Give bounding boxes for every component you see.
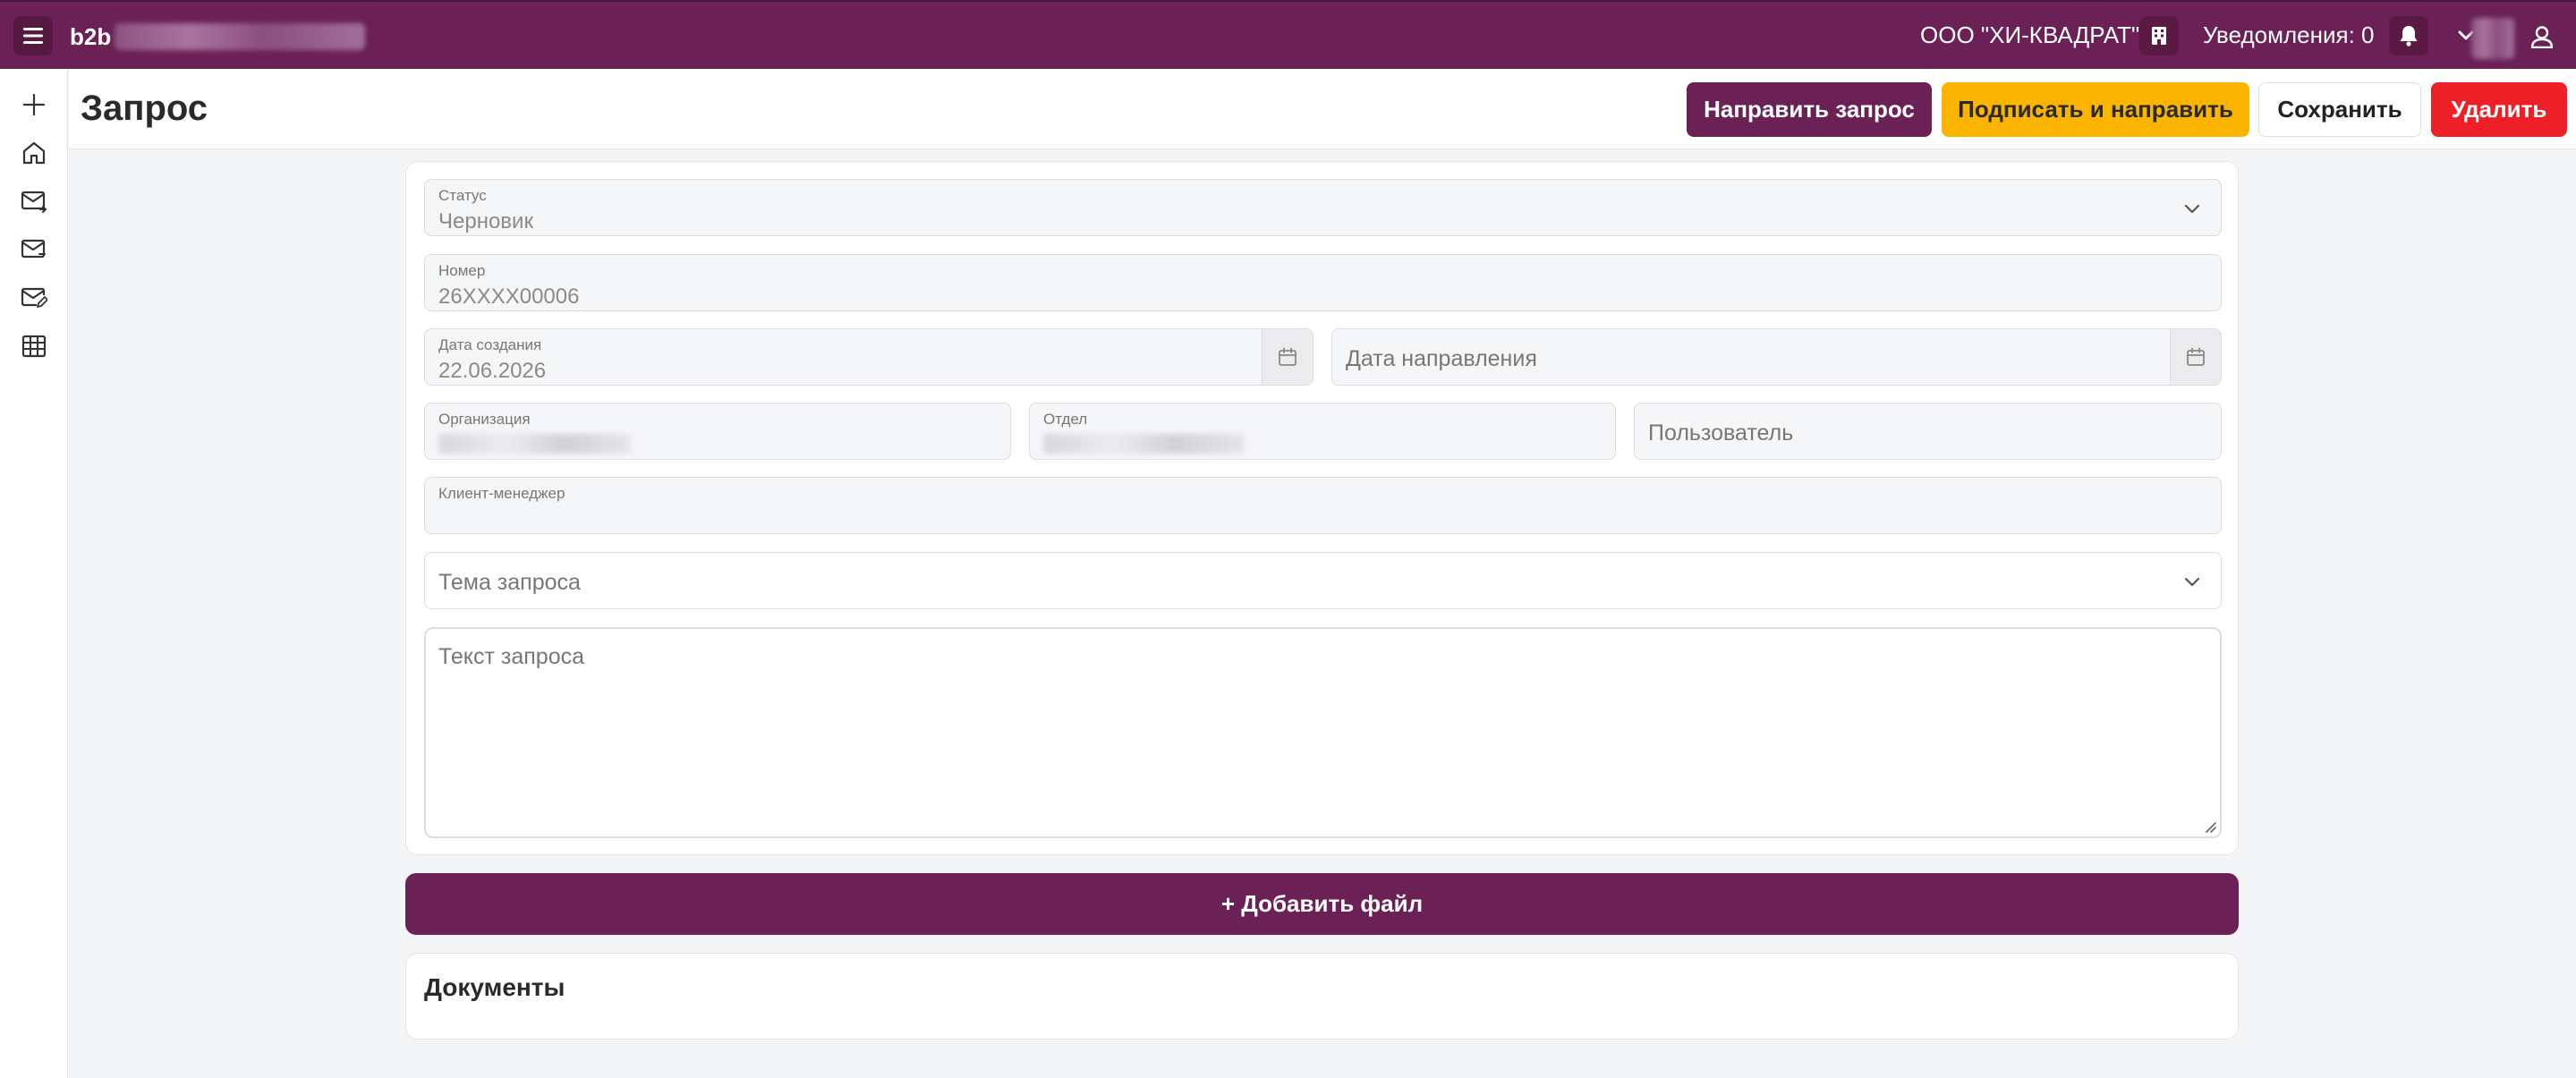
number-value: 26XXXX00006 [438, 284, 580, 309]
mail-out-icon [21, 239, 46, 259]
top-bar: b2b ООО "ХИ-КВАДРАТ" Уведомления: 0 [0, 0, 2576, 69]
sent-date-field[interactable]: Дата направления [1331, 328, 2222, 386]
page-header: Запрос Направить запрос Подписать и напр… [69, 69, 2576, 149]
table-icon [21, 335, 47, 358]
chevron-down-icon [2184, 204, 2200, 214]
notifications-label[interactable]: Уведомления: 0 [2203, 21, 2374, 49]
status-value: Черновик [438, 209, 533, 233]
page-title: Запрос [81, 89, 208, 128]
documents-title: Документы [424, 973, 565, 1001]
request-text-area[interactable]: Текст запроса [424, 627, 2222, 838]
add-file-button[interactable]: + Добавить файл [405, 873, 2239, 935]
user-field[interactable]: Пользователь [1634, 403, 2222, 460]
send-request-button[interactable]: Направить запрос [1687, 82, 1932, 137]
number-field[interactable]: Номер 26XXXX00006 [424, 254, 2222, 311]
request-text-placeholder: Текст запроса [438, 644, 585, 669]
created-date-field[interactable]: Дата создания 22.06.2026 [424, 328, 1314, 386]
created-date-label: Дата создания [438, 336, 542, 353]
save-button[interactable]: Сохранить [2258, 82, 2421, 137]
status-label: Статус [438, 187, 487, 204]
organization-label: Организация [438, 411, 531, 428]
menu-button[interactable] [13, 16, 53, 55]
organization-button[interactable] [2139, 16, 2179, 55]
chevron-down-icon [2184, 577, 2200, 587]
sidebar-item-create[interactable] [16, 87, 52, 123]
home-icon [22, 141, 46, 165]
sidebar-item-registry[interactable] [16, 328, 52, 364]
number-label: Номер [438, 262, 486, 279]
plus-icon [22, 93, 46, 116]
sent-date-placeholder: Дата направления [1346, 346, 1537, 371]
sidebar-item-outbox[interactable] [16, 232, 52, 267]
delete-button[interactable]: Удалить [2431, 82, 2567, 137]
sidebar-item-drafts[interactable] [16, 280, 52, 316]
sidebar-item-inbox[interactable] [16, 183, 52, 219]
department-label: Отдел [1043, 411, 1088, 428]
organization-field[interactable]: Организация [424, 403, 1011, 460]
user-name-blurred [2471, 18, 2514, 59]
user-profile-button[interactable] [2523, 18, 2561, 55]
calendar-icon [1279, 347, 1297, 366]
sent-date-picker-button[interactable] [2170, 329, 2221, 385]
department-value-blurred [1043, 434, 1245, 454]
brand-text: b2b [70, 22, 112, 50]
sign-and-send-button[interactable]: Подписать и направить [1942, 82, 2249, 137]
status-select[interactable]: Статус Черновик [424, 179, 2222, 236]
organization-value-blurred [438, 434, 631, 454]
sidebar-item-home[interactable] [16, 135, 52, 171]
notifications-button[interactable] [2389, 16, 2428, 55]
department-field[interactable]: Отдел [1029, 403, 1616, 460]
organization-name[interactable]: ООО "ХИ-КВАДРАТ" [1920, 21, 2139, 49]
calendar-icon [2187, 347, 2205, 366]
mail-edit-icon [21, 287, 47, 308]
mail-in-icon [21, 191, 47, 213]
user-placeholder: Пользователь [1648, 420, 1794, 446]
hamburger-icon [23, 28, 43, 44]
topic-placeholder: Тема запроса [438, 570, 581, 595]
created-date-picker-button[interactable] [1262, 329, 1313, 385]
created-date-value: 22.06.2026 [438, 359, 547, 383]
request-form-card: Статус Черновик Номер 26XXXX00006 Дата с… [405, 161, 2239, 855]
sidebar [0, 69, 68, 1078]
documents-section: Документы [405, 953, 2239, 1040]
user-icon [2530, 26, 2554, 48]
client-manager-field[interactable]: Клиент-менеджер [424, 477, 2222, 534]
resize-handle-icon[interactable] [2202, 819, 2216, 833]
brand-logo[interactable]: b2b [70, 21, 366, 52]
building-icon [2152, 27, 2166, 45]
client-manager-label: Клиент-менеджер [438, 485, 565, 502]
brand-blurred [115, 23, 366, 50]
topic-select[interactable]: Тема запроса [424, 552, 2222, 609]
bell-icon [2400, 26, 2418, 47]
